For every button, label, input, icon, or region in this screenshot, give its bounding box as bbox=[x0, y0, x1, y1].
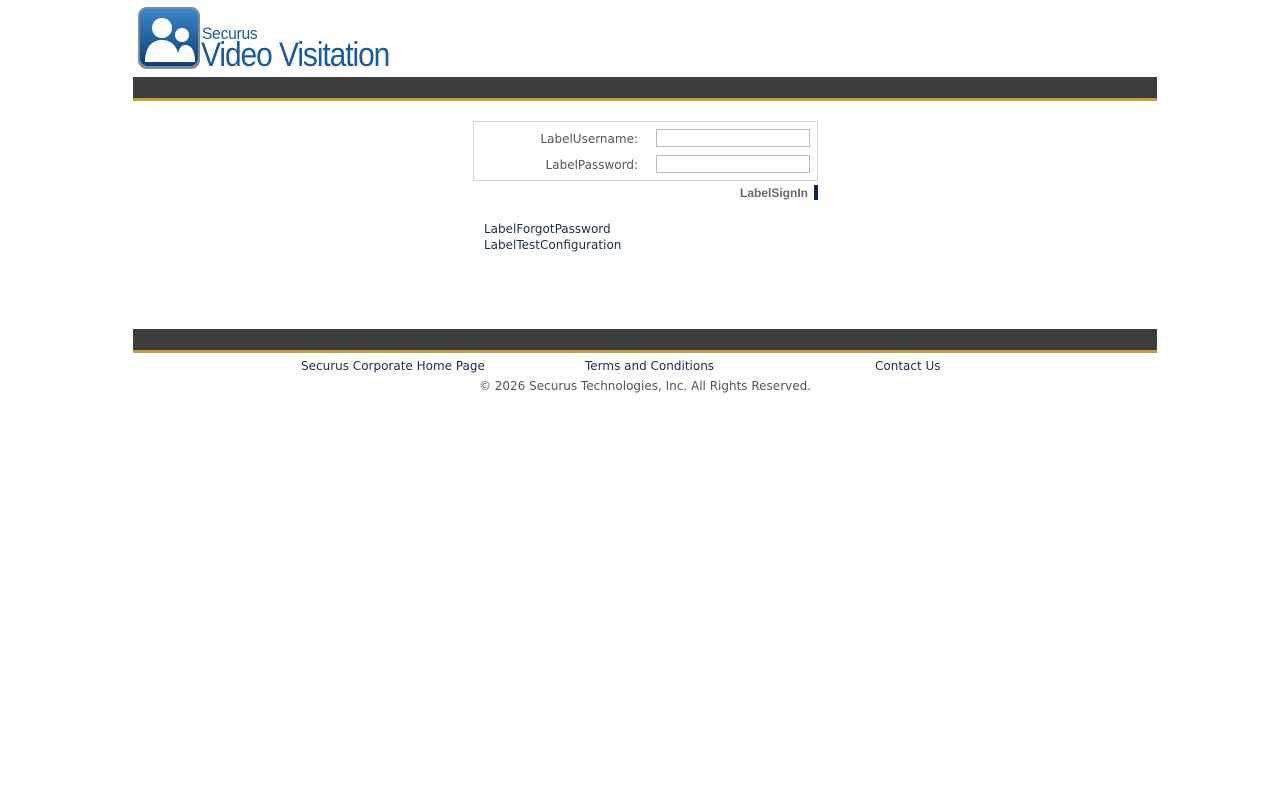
contact-us-link[interactable]: Contact Us bbox=[875, 359, 941, 373]
password-label: LabelPassword: bbox=[545, 158, 638, 172]
securus-logo[interactable]: Securus Video Visitation bbox=[137, 6, 390, 74]
copyright-text: © 2026 Securus Technologies, Inc. All Ri… bbox=[478, 379, 812, 393]
header-bar bbox=[133, 77, 1157, 101]
logo-title-text: Video Visitation bbox=[201, 36, 390, 74]
forgot-password-link[interactable]: LabelForgotPassword bbox=[484, 222, 611, 236]
password-input[interactable] bbox=[656, 155, 810, 173]
username-label: LabelUsername: bbox=[540, 132, 638, 146]
username-input[interactable] bbox=[656, 129, 810, 147]
test-configuration-link[interactable]: LabelTestConfiguration bbox=[484, 238, 621, 252]
sign-in-marker bbox=[814, 185, 818, 200]
terms-link[interactable]: Terms and Conditions bbox=[585, 359, 714, 373]
footer-bar bbox=[133, 329, 1157, 353]
people-icon bbox=[138, 7, 200, 69]
sign-in-label: LabelSignIn bbox=[739, 186, 808, 200]
sign-in-button[interactable]: LabelSignIn bbox=[693, 185, 818, 200]
page: Securus Video Visitation LabelUsername: … bbox=[133, 0, 1157, 800]
login-form: LabelUsername: LabelPassword: bbox=[473, 121, 818, 181]
corporate-home-link[interactable]: Securus Corporate Home Page bbox=[301, 359, 485, 373]
